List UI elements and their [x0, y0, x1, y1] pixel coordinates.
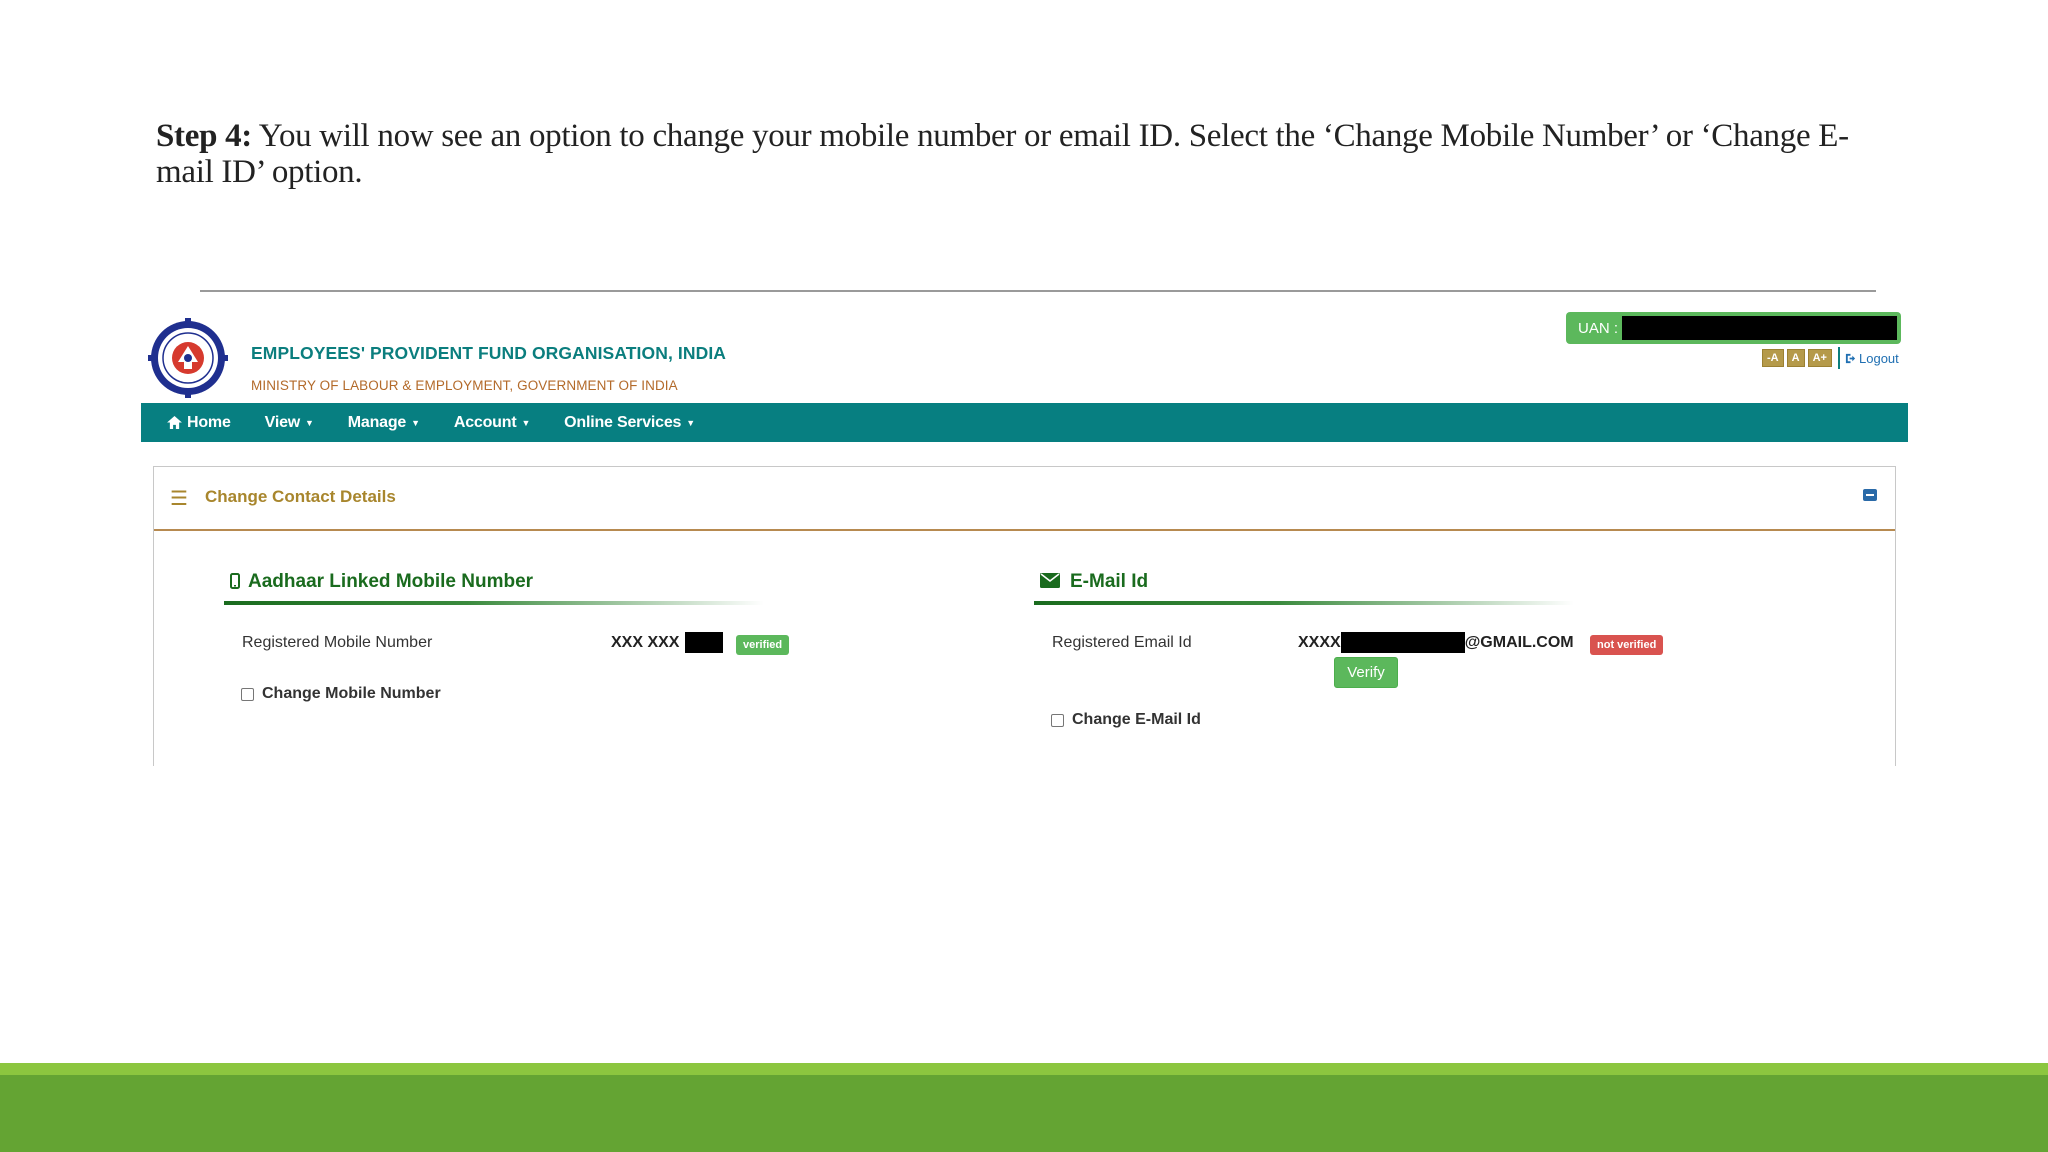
- mobile-redacted: [685, 632, 724, 653]
- font-increase-button[interactable]: A+: [1807, 349, 1832, 367]
- menu-icon: ☰: [170, 488, 188, 510]
- org-title: EMPLOYEES' PROVIDENT FUND ORGANISATION, …: [251, 343, 727, 363]
- step-instruction: Step 4: You will now see an option to ch…: [156, 118, 1886, 190]
- logout-link[interactable]: Logout: [1838, 347, 1899, 369]
- verify-email-button[interactable]: Verify: [1334, 657, 1398, 688]
- nav-manage-label: Manage: [347, 413, 407, 431]
- email-section-title: E-Mail Id: [1070, 571, 1149, 592]
- divider: [200, 290, 1876, 292]
- not-verified-badge: not verified: [1590, 635, 1664, 655]
- change-mobile-option[interactable]: Change Mobile Number: [241, 685, 441, 703]
- change-email-checkbox[interactable]: [1051, 713, 1064, 727]
- caret-down-icon: ▼: [305, 417, 314, 428]
- epfo-logo: [148, 318, 228, 398]
- nav-online-services-label: Online Services: [564, 413, 682, 431]
- email-redacted: [1340, 632, 1465, 653]
- mobile-icon: [230, 573, 240, 589]
- nav-view-label: View: [264, 413, 301, 431]
- nav-view[interactable]: View ▼: [265, 414, 314, 432]
- email-field-label: Registered Email Id: [1052, 634, 1192, 651]
- verified-badge: verified: [736, 635, 790, 655]
- font-size-controls: -A A A+: [1762, 349, 1832, 367]
- logout-label: Logout: [1859, 350, 1899, 366]
- nav-home-label: Home: [187, 413, 231, 431]
- footer-band-dark: [0, 1075, 2048, 1152]
- caret-down-icon: ▼: [411, 417, 420, 428]
- font-reset-button[interactable]: A: [1786, 349, 1805, 367]
- main-navbar: Home View ▼ Manage ▼ Account ▼ Online Se…: [141, 403, 1908, 442]
- section-underline: [1034, 601, 1574, 605]
- caret-down-icon: ▼: [521, 417, 531, 428]
- mobile-field-label: Registered Mobile Number: [242, 634, 433, 651]
- email-section-heading: E-Mail Id: [1034, 567, 1574, 605]
- change-mobile-checkbox[interactable]: [241, 687, 254, 701]
- mobile-section-title: Aadhaar Linked Mobile Number: [248, 571, 534, 592]
- collapse-icon[interactable]: [1863, 489, 1877, 501]
- envelope-icon: [1040, 573, 1060, 588]
- mobile-value-prefix: XXX XXX: [611, 633, 680, 651]
- nav-home[interactable]: Home: [167, 414, 231, 432]
- email-value-suffix: @GMAIL.COM: [1464, 633, 1574, 651]
- sign-out-icon: [1845, 353, 1856, 363]
- org-subtitle: MINISTRY OF LABOUR & EMPLOYMENT, GOVERNM…: [251, 378, 678, 393]
- nav-manage[interactable]: Manage ▼: [348, 414, 420, 432]
- step-label: Step 4:: [156, 118, 252, 154]
- step-description: You will now see an option to change you…: [156, 118, 1849, 190]
- uan-badge: UAN :: [1566, 312, 1901, 344]
- footer-band-light: [0, 1063, 2048, 1075]
- email-field-value: XXXX @GMAIL.COM: [1298, 632, 1574, 653]
- uan-label: UAN :: [1578, 319, 1619, 337]
- email-value-prefix: XXXX: [1298, 633, 1341, 651]
- panel-header: ☰ Change Contact Details: [154, 467, 1895, 531]
- section-underline: [224, 601, 764, 605]
- nav-account-label: Account: [453, 413, 517, 431]
- change-contact-panel: ☰ Change Contact Details Aadhaar Linked …: [153, 466, 1896, 766]
- nav-account[interactable]: Account ▼: [453, 413, 531, 432]
- font-decrease-button[interactable]: -A: [1762, 349, 1784, 367]
- nav-online-services[interactable]: Online Services ▼: [564, 414, 695, 432]
- change-email-label[interactable]: Change E-Mail Id: [1072, 711, 1201, 729]
- change-email-option[interactable]: Change E-Mail Id: [1051, 711, 1201, 729]
- home-icon: [167, 416, 182, 429]
- mobile-section-heading: Aadhaar Linked Mobile Number: [224, 567, 764, 605]
- caret-down-icon: ▼: [686, 417, 695, 428]
- panel-title: Change Contact Details: [205, 487, 396, 506]
- change-mobile-label[interactable]: Change Mobile Number: [262, 685, 441, 703]
- uan-redacted: [1622, 316, 1897, 340]
- mobile-field-value: XXX XXX: [611, 632, 724, 653]
